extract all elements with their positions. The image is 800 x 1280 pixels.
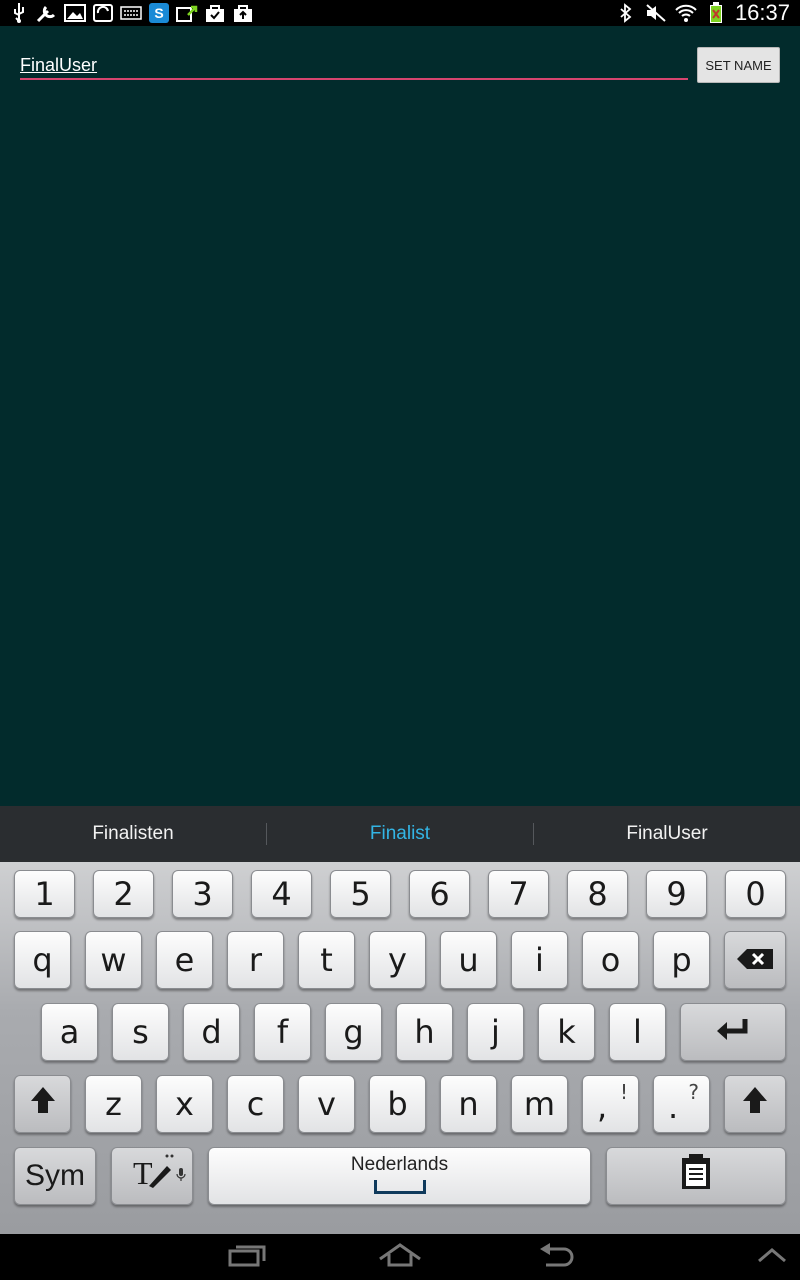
app-content: SET NAME: [0, 26, 800, 806]
key-b[interactable]: b: [369, 1075, 426, 1133]
key-v[interactable]: v: [298, 1075, 355, 1133]
home-icon: [377, 1242, 423, 1272]
usb-icon: [8, 3, 30, 23]
key-0[interactable]: 0: [725, 870, 786, 918]
key-g[interactable]: g: [325, 1003, 382, 1061]
key-comma[interactable]: , !: [582, 1075, 639, 1133]
svg-text:S: S: [154, 5, 163, 21]
handwriting-key[interactable]: T: [111, 1147, 193, 1205]
key-period[interactable]: . ?: [653, 1075, 710, 1133]
key-3[interactable]: 3: [172, 870, 233, 918]
mic-icon: [176, 1152, 186, 1190]
hide-keyboard-button[interactable]: [748, 1242, 796, 1272]
sync-icon: [92, 3, 114, 23]
key-4[interactable]: 4: [251, 870, 312, 918]
key-8[interactable]: 8: [567, 870, 628, 918]
key-d[interactable]: d: [183, 1003, 240, 1061]
key-o[interactable]: o: [582, 931, 639, 989]
key-z[interactable]: z: [85, 1075, 142, 1133]
clipboard-key[interactable]: [606, 1147, 786, 1205]
key-n[interactable]: n: [440, 1075, 497, 1133]
key-y[interactable]: y: [369, 931, 426, 989]
keyboard: 1 2 3 4 5 6 7 8 9 0 q w e r t y u i o p …: [0, 862, 800, 1234]
back-button[interactable]: [532, 1242, 580, 1272]
key-p[interactable]: p: [653, 931, 710, 989]
system-icons: 16:37: [615, 0, 790, 26]
clipboard-icon: [680, 1154, 712, 1198]
key-i[interactable]: i: [511, 931, 568, 989]
enter-icon: [715, 1013, 751, 1051]
key-j[interactable]: j: [467, 1003, 524, 1061]
status-bar: S 16:37: [0, 0, 800, 26]
shift-icon: [741, 1085, 769, 1123]
suggestion-item[interactable]: FinalUser: [534, 806, 800, 862]
space-icon: [373, 1180, 426, 1194]
keyboard-icon: [120, 3, 142, 23]
home-button[interactable]: [376, 1242, 424, 1272]
bluetooth-icon: [615, 3, 637, 23]
key-m[interactable]: m: [511, 1075, 568, 1133]
notification-icons: S: [8, 2, 254, 24]
backspace-icon: [735, 941, 775, 979]
set-name-button[interactable]: SET NAME: [697, 47, 780, 83]
comma-label: ,: [597, 1088, 608, 1126]
key-s[interactable]: s: [112, 1003, 169, 1061]
key-u[interactable]: u: [440, 931, 497, 989]
key-f[interactable]: f: [254, 1003, 311, 1061]
key-7[interactable]: 7: [488, 870, 549, 918]
wifi-icon: [675, 3, 697, 23]
key-l[interactable]: l: [609, 1003, 666, 1061]
key-x[interactable]: x: [156, 1075, 213, 1133]
suggestion-item-active[interactable]: Finalist: [267, 806, 533, 862]
sym-key[interactable]: Sym: [14, 1147, 96, 1205]
recent-apps-button[interactable]: [222, 1242, 270, 1272]
enter-key[interactable]: [680, 1003, 786, 1061]
key-5[interactable]: 5: [330, 870, 391, 918]
image-icon: [64, 3, 86, 23]
recent-apps-icon: [226, 1243, 266, 1272]
key-c[interactable]: c: [227, 1075, 284, 1133]
key-r[interactable]: r: [227, 931, 284, 989]
navigation-bar: [0, 1234, 800, 1280]
battery-charging-icon: [705, 2, 727, 23]
suggestion-item[interactable]: Finalisten: [0, 806, 266, 862]
key-e[interactable]: e: [156, 931, 213, 989]
mute-icon: [645, 3, 667, 23]
bag-upload-icon: [232, 3, 254, 23]
space-language-label: Nederlands: [350, 1154, 449, 1175]
skype-icon: S: [148, 3, 170, 23]
key-k[interactable]: k: [538, 1003, 595, 1061]
shift-key-left[interactable]: [14, 1075, 71, 1133]
key-1[interactable]: 1: [14, 870, 75, 918]
back-icon: [538, 1242, 574, 1272]
space-key[interactable]: Nederlands: [208, 1147, 591, 1205]
chevron-up-icon: [757, 1247, 787, 1268]
shift-key-right[interactable]: [724, 1075, 786, 1133]
clock: 16:37: [734, 0, 790, 25]
key-q[interactable]: q: [14, 931, 71, 989]
backspace-key[interactable]: [724, 931, 786, 989]
name-input[interactable]: [20, 52, 688, 80]
period-label: .: [668, 1088, 679, 1126]
shift-icon: [29, 1085, 57, 1123]
key-w[interactable]: w: [85, 931, 142, 989]
key-6[interactable]: 6: [409, 870, 470, 918]
wrench-icon: [36, 3, 58, 23]
key-h[interactable]: h: [396, 1003, 453, 1061]
upload-icon: [176, 3, 198, 23]
key-9[interactable]: 9: [646, 870, 707, 918]
period-sub-label: ?: [688, 1080, 699, 1104]
key-a[interactable]: a: [41, 1003, 98, 1061]
key-2[interactable]: 2: [93, 870, 154, 918]
key-t[interactable]: t: [298, 931, 355, 989]
suggestion-bar: Finalisten Finalist FinalUser: [0, 806, 800, 862]
bag-check-icon: [204, 3, 226, 23]
comma-sub-label: !: [619, 1080, 628, 1104]
handwriting-icon: T: [127, 1152, 177, 1200]
